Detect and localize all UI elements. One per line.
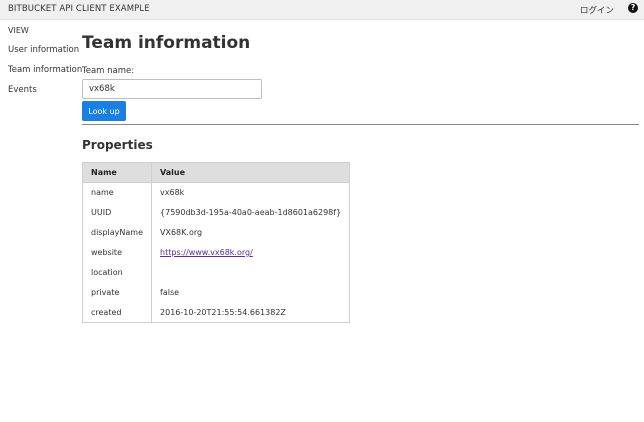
property-name: website — [82, 242, 153, 263]
column-header-value: Value — [151, 162, 350, 183]
table-row: location — [82, 262, 350, 283]
property-name: created — [82, 302, 153, 323]
property-value: vx68k — [160, 188, 185, 198]
table-header-row: Name Value — [82, 162, 350, 183]
property-value: false — [160, 288, 180, 297]
property-value: {7590db3d-195a-40a0-aeab-1d8601a6298f} — [160, 208, 342, 217]
team-name-label: Team name: — [82, 66, 135, 76]
table-row: created 2016-10-20T21:55:54.661382Z — [82, 302, 350, 323]
top-bar: BITBUCKET API CLIENT EXAMPLE ログイン ? — [0, 0, 644, 20]
sidebar-item-team-information[interactable]: Team information — [8, 65, 82, 75]
properties-heading: Properties — [82, 138, 153, 152]
property-value: https://www.vx68k.org/ — [152, 243, 350, 263]
help-icon[interactable]: ? — [628, 3, 638, 13]
login-link[interactable]: ログイン — [580, 4, 614, 16]
properties-table: Name Value name vx68k UUID {7590db3d-195… — [82, 162, 351, 323]
property-name: UUID — [82, 202, 153, 223]
property-name: location — [82, 262, 153, 283]
website-link[interactable]: https://www.vx68k.org/ — [160, 248, 253, 257]
property-value — [152, 263, 350, 283]
table-row: private false — [82, 282, 350, 303]
column-header-name: Name — [82, 162, 153, 183]
property-name: name — [82, 182, 153, 203]
app-title: BITBUCKET API CLIENT EXAMPLE — [8, 4, 150, 14]
table-row: UUID {7590db3d-195a-40a0-aeab-1d8601a629… — [82, 202, 350, 223]
sidebar-item-user-information[interactable]: User information — [8, 45, 79, 55]
property-value: VX68K.org — [160, 228, 203, 237]
table-row: website https://www.vx68k.org/ — [82, 242, 350, 263]
team-name-input[interactable] — [82, 79, 262, 99]
sidebar-item-events[interactable]: Events — [8, 85, 37, 95]
section-divider — [82, 124, 639, 125]
page-title: Team information — [82, 33, 251, 53]
property-name: displayName — [82, 222, 153, 243]
table-row: name vx68k — [82, 182, 350, 203]
sidebar-heading: VIEW — [8, 26, 29, 35]
table-row: displayName VX68K.org — [82, 222, 350, 243]
property-value: 2016-10-20T21:55:54.661382Z — [160, 307, 286, 317]
look-up-button[interactable]: Look up — [82, 101, 126, 121]
property-name: private — [82, 282, 153, 303]
